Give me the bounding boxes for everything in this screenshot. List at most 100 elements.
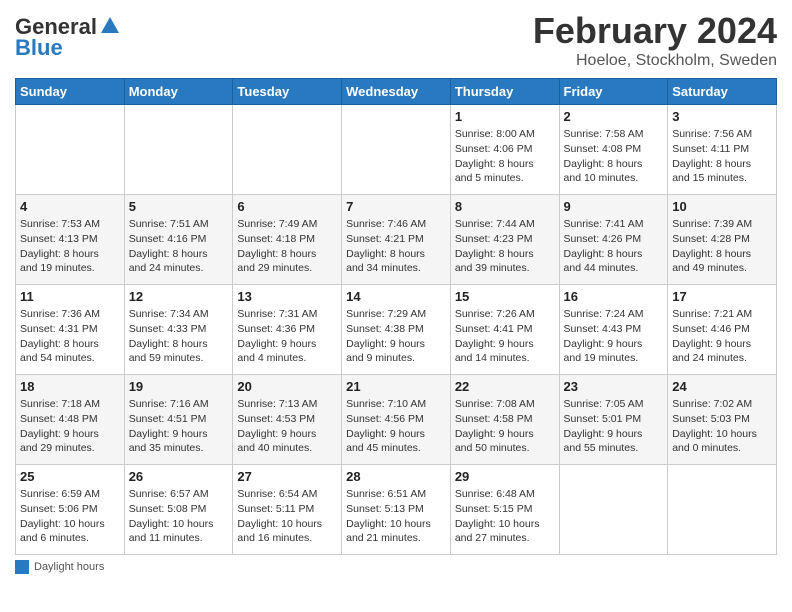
calendar-table: SundayMondayTuesdayWednesdayThursdayFrid… [15, 78, 777, 555]
day-info: Sunrise: 7:02 AM Sunset: 5:03 PM Dayligh… [672, 397, 772, 456]
calendar-cell: 16Sunrise: 7:24 AM Sunset: 4:43 PM Dayli… [559, 285, 668, 375]
calendar-cell: 2Sunrise: 7:58 AM Sunset: 4:08 PM Daylig… [559, 105, 668, 195]
day-info: Sunrise: 7:05 AM Sunset: 5:01 PM Dayligh… [564, 397, 664, 456]
calendar-cell: 29Sunrise: 6:48 AM Sunset: 5:15 PM Dayli… [450, 465, 559, 555]
calendar-cell: 25Sunrise: 6:59 AM Sunset: 5:06 PM Dayli… [16, 465, 125, 555]
calendar-cell: 5Sunrise: 7:51 AM Sunset: 4:16 PM Daylig… [124, 195, 233, 285]
calendar-cell: 3Sunrise: 7:56 AM Sunset: 4:11 PM Daylig… [668, 105, 777, 195]
calendar-header-row: SundayMondayTuesdayWednesdayThursdayFrid… [16, 79, 777, 105]
calendar-cell: 28Sunrise: 6:51 AM Sunset: 5:13 PM Dayli… [342, 465, 451, 555]
day-number: 7 [346, 198, 446, 216]
col-header-friday: Friday [559, 79, 668, 105]
calendar-cell: 9Sunrise: 7:41 AM Sunset: 4:26 PM Daylig… [559, 195, 668, 285]
day-info: Sunrise: 7:31 AM Sunset: 4:36 PM Dayligh… [237, 307, 337, 366]
calendar-cell [16, 105, 125, 195]
day-number: 17 [672, 288, 772, 306]
calendar-cell: 14Sunrise: 7:29 AM Sunset: 4:38 PM Dayli… [342, 285, 451, 375]
day-info: Sunrise: 6:59 AM Sunset: 5:06 PM Dayligh… [20, 487, 120, 546]
day-number: 5 [129, 198, 229, 216]
calendar-cell: 22Sunrise: 7:08 AM Sunset: 4:58 PM Dayli… [450, 375, 559, 465]
calendar-cell: 12Sunrise: 7:34 AM Sunset: 4:33 PM Dayli… [124, 285, 233, 375]
day-info: Sunrise: 7:36 AM Sunset: 4:31 PM Dayligh… [20, 307, 120, 366]
day-info: Sunrise: 6:57 AM Sunset: 5:08 PM Dayligh… [129, 487, 229, 546]
col-header-saturday: Saturday [668, 79, 777, 105]
day-info: Sunrise: 7:41 AM Sunset: 4:26 PM Dayligh… [564, 217, 664, 276]
calendar-cell: 4Sunrise: 7:53 AM Sunset: 4:13 PM Daylig… [16, 195, 125, 285]
day-info: Sunrise: 7:34 AM Sunset: 4:33 PM Dayligh… [129, 307, 229, 366]
month-title: February 2024 [533, 10, 777, 52]
logo: General Blue [15, 15, 121, 61]
day-info: Sunrise: 8:00 AM Sunset: 4:06 PM Dayligh… [455, 127, 555, 186]
calendar-cell: 15Sunrise: 7:26 AM Sunset: 4:41 PM Dayli… [450, 285, 559, 375]
day-number: 11 [20, 288, 120, 306]
title-section: February 2024 Hoeloe, Stockholm, Sweden [533, 10, 777, 70]
col-header-tuesday: Tuesday [233, 79, 342, 105]
calendar-cell: 21Sunrise: 7:10 AM Sunset: 4:56 PM Dayli… [342, 375, 451, 465]
calendar-cell [233, 105, 342, 195]
footer-box-icon [15, 560, 29, 574]
calendar-cell: 1Sunrise: 8:00 AM Sunset: 4:06 PM Daylig… [450, 105, 559, 195]
calendar-cell: 11Sunrise: 7:36 AM Sunset: 4:31 PM Dayli… [16, 285, 125, 375]
day-number: 16 [564, 288, 664, 306]
day-info: Sunrise: 7:10 AM Sunset: 4:56 PM Dayligh… [346, 397, 446, 456]
day-info: Sunrise: 7:16 AM Sunset: 4:51 PM Dayligh… [129, 397, 229, 456]
calendar-cell: 26Sunrise: 6:57 AM Sunset: 5:08 PM Dayli… [124, 465, 233, 555]
calendar-cell [668, 465, 777, 555]
day-number: 12 [129, 288, 229, 306]
footer: Daylight hours [15, 560, 777, 574]
calendar-week-row: 4Sunrise: 7:53 AM Sunset: 4:13 PM Daylig… [16, 195, 777, 285]
day-info: Sunrise: 7:18 AM Sunset: 4:48 PM Dayligh… [20, 397, 120, 456]
calendar-cell: 23Sunrise: 7:05 AM Sunset: 5:01 PM Dayli… [559, 375, 668, 465]
day-info: Sunrise: 7:29 AM Sunset: 4:38 PM Dayligh… [346, 307, 446, 366]
day-info: Sunrise: 7:53 AM Sunset: 4:13 PM Dayligh… [20, 217, 120, 276]
calendar-cell: 6Sunrise: 7:49 AM Sunset: 4:18 PM Daylig… [233, 195, 342, 285]
calendar-cell: 24Sunrise: 7:02 AM Sunset: 5:03 PM Dayli… [668, 375, 777, 465]
day-info: Sunrise: 7:49 AM Sunset: 4:18 PM Dayligh… [237, 217, 337, 276]
calendar-cell: 13Sunrise: 7:31 AM Sunset: 4:36 PM Dayli… [233, 285, 342, 375]
calendar-cell: 10Sunrise: 7:39 AM Sunset: 4:28 PM Dayli… [668, 195, 777, 285]
day-number: 19 [129, 378, 229, 396]
day-number: 1 [455, 108, 555, 126]
calendar-week-row: 18Sunrise: 7:18 AM Sunset: 4:48 PM Dayli… [16, 375, 777, 465]
day-number: 14 [346, 288, 446, 306]
day-number: 21 [346, 378, 446, 396]
day-number: 26 [129, 468, 229, 486]
day-number: 3 [672, 108, 772, 126]
day-info: Sunrise: 7:51 AM Sunset: 4:16 PM Dayligh… [129, 217, 229, 276]
day-number: 9 [564, 198, 664, 216]
day-number: 4 [20, 198, 120, 216]
col-header-thursday: Thursday [450, 79, 559, 105]
calendar-week-row: 1Sunrise: 8:00 AM Sunset: 4:06 PM Daylig… [16, 105, 777, 195]
day-info: Sunrise: 7:24 AM Sunset: 4:43 PM Dayligh… [564, 307, 664, 366]
day-number: 10 [672, 198, 772, 216]
day-number: 28 [346, 468, 446, 486]
day-info: Sunrise: 7:13 AM Sunset: 4:53 PM Dayligh… [237, 397, 337, 456]
day-number: 15 [455, 288, 555, 306]
calendar-week-row: 25Sunrise: 6:59 AM Sunset: 5:06 PM Dayli… [16, 465, 777, 555]
calendar-cell: 18Sunrise: 7:18 AM Sunset: 4:48 PM Dayli… [16, 375, 125, 465]
calendar-cell: 19Sunrise: 7:16 AM Sunset: 4:51 PM Dayli… [124, 375, 233, 465]
day-number: 20 [237, 378, 337, 396]
day-info: Sunrise: 7:26 AM Sunset: 4:41 PM Dayligh… [455, 307, 555, 366]
header: General Blue February 2024 Hoeloe, Stock… [15, 10, 777, 70]
day-info: Sunrise: 7:46 AM Sunset: 4:21 PM Dayligh… [346, 217, 446, 276]
col-header-monday: Monday [124, 79, 233, 105]
footer-label: Daylight hours [34, 561, 104, 573]
day-number: 22 [455, 378, 555, 396]
day-info: Sunrise: 7:44 AM Sunset: 4:23 PM Dayligh… [455, 217, 555, 276]
calendar-cell: 8Sunrise: 7:44 AM Sunset: 4:23 PM Daylig… [450, 195, 559, 285]
day-number: 27 [237, 468, 337, 486]
calendar-cell: 7Sunrise: 7:46 AM Sunset: 4:21 PM Daylig… [342, 195, 451, 285]
day-info: Sunrise: 7:21 AM Sunset: 4:46 PM Dayligh… [672, 307, 772, 366]
calendar-cell [559, 465, 668, 555]
day-info: Sunrise: 7:58 AM Sunset: 4:08 PM Dayligh… [564, 127, 664, 186]
day-info: Sunrise: 7:08 AM Sunset: 4:58 PM Dayligh… [455, 397, 555, 456]
day-number: 13 [237, 288, 337, 306]
logo-triangle-icon [99, 15, 121, 37]
location: Hoeloe, Stockholm, Sweden [533, 52, 777, 70]
day-number: 25 [20, 468, 120, 486]
day-number: 24 [672, 378, 772, 396]
day-info: Sunrise: 6:54 AM Sunset: 5:11 PM Dayligh… [237, 487, 337, 546]
day-info: Sunrise: 7:56 AM Sunset: 4:11 PM Dayligh… [672, 127, 772, 186]
calendar-cell: 20Sunrise: 7:13 AM Sunset: 4:53 PM Dayli… [233, 375, 342, 465]
